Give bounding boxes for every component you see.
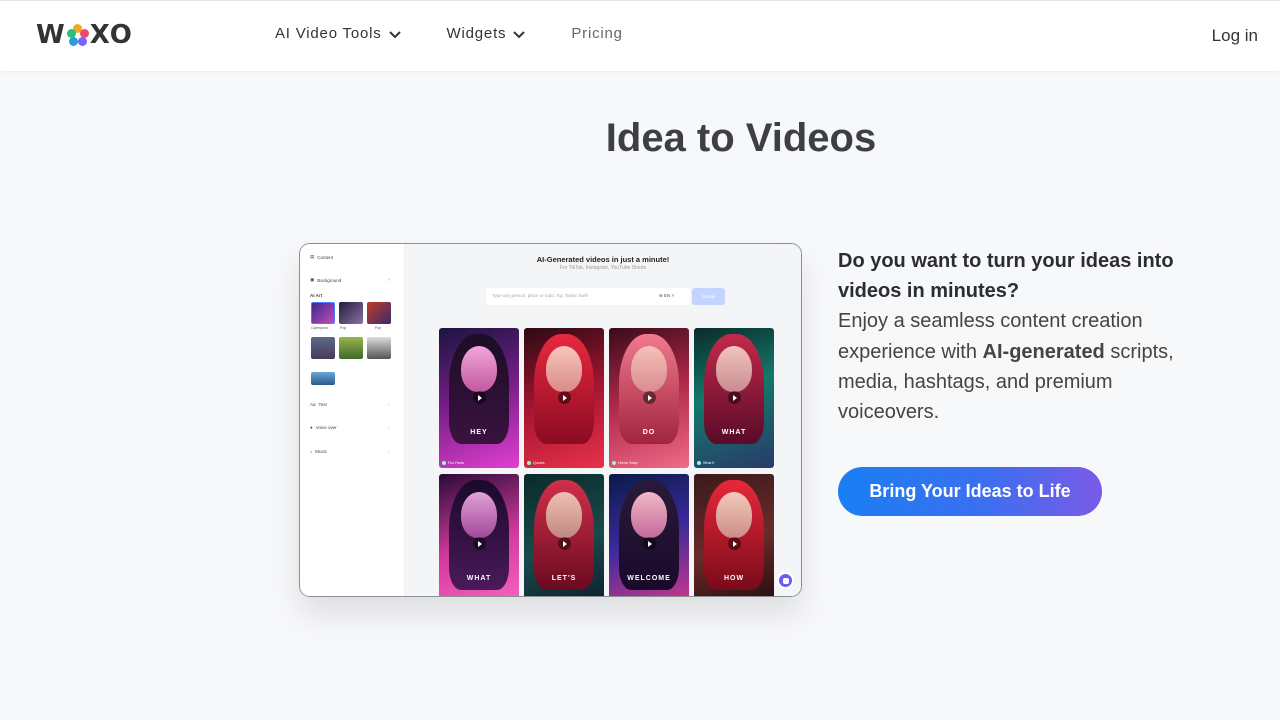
nav-pricing-label: Pricing	[571, 25, 623, 42]
video-thumbnail: WHAT	[439, 474, 519, 596]
play-icon	[643, 391, 656, 404]
video-thumbnail: Quotes	[524, 328, 604, 468]
nav-ai-video-tools[interactable]: AI Video Tools	[275, 25, 401, 42]
video-thumbnail: WELCOME	[609, 474, 689, 596]
preview-language-label: EN	[664, 293, 671, 298]
play-icon	[558, 537, 571, 550]
pitch-text: Do you want to turn your ideas into vide…	[838, 246, 1218, 427]
chat-icon	[777, 572, 794, 589]
background-thumb	[311, 302, 335, 324]
video-thumbnail-label: What if	[697, 461, 714, 465]
preview-sidebar-music: ♪ Music ›	[310, 449, 390, 454]
preview-sidebar-background: ▣ Background ^	[310, 277, 390, 283]
play-icon	[473, 391, 486, 404]
video-thumbnail-caption: WELCOME	[627, 575, 671, 582]
background-thumb	[311, 372, 335, 385]
background-thumb	[367, 302, 391, 324]
chevron-down-icon: ˅	[671, 293, 675, 298]
preview-sidebar-text-label: Text	[318, 402, 327, 407]
play-icon	[558, 391, 571, 404]
chevron-right-icon: ›	[388, 449, 390, 454]
preview-sidebar-background-label: Background	[317, 277, 342, 283]
pitch-question: Do you want to turn your ideas into vide…	[838, 250, 1174, 303]
video-thumbnail: WHAT What if	[694, 328, 774, 468]
background-thumb	[311, 337, 335, 359]
play-icon	[643, 537, 656, 550]
nav-widgets-label: Widgets	[446, 25, 507, 42]
chevron-right-icon: ›	[388, 402, 390, 407]
video-thumbnail-caption: LET'S	[551, 575, 577, 582]
preview-sidebar-voiceover-label: Voice over	[315, 425, 337, 430]
play-icon	[728, 537, 741, 550]
logo-letters-left: W	[36, 20, 66, 50]
nav-widgets[interactable]: Widgets	[447, 25, 526, 42]
background-thumb	[367, 337, 391, 359]
preview-sidebar-music-label: Music	[315, 449, 328, 454]
music-note-icon: ♪	[310, 449, 313, 454]
video-thumbnail: HEY Fun Facts	[439, 328, 519, 468]
app-preview-screenshot: ▤ Content ▣ Background ^ AI Art Cyberpun…	[299, 243, 802, 597]
background-thumb	[339, 302, 363, 324]
video-thumbnail-caption: WHAT	[721, 429, 747, 436]
preview-main: AI-Generated videos in just a minute! Fo…	[405, 244, 801, 596]
preview-language-select: ⊕ EN ˅	[659, 293, 674, 299]
chevron-down-icon	[513, 30, 526, 38]
chevron-down-icon	[388, 30, 401, 38]
flower-logo-icon	[66, 24, 89, 46]
bring-ideas-to-life-button[interactable]: Bring Your Ideas to Life	[838, 467, 1102, 516]
video-thumbnail-caption: HEY	[470, 429, 488, 436]
microphone-icon: ●	[310, 425, 313, 430]
page-title: Idea to Videos	[605, 116, 877, 160]
video-thumbnail-caption: DO	[642, 429, 656, 436]
main-nav: AI Video Tools Widgets Pricing	[275, 25, 669, 42]
video-thumbnail: LET'S	[524, 474, 604, 596]
video-thumbnail-caption: WHAT	[466, 575, 492, 582]
pitch-body: Enjoy a seamless content creation experi…	[838, 306, 1218, 427]
video-thumbnail-caption: HOW	[723, 575, 745, 582]
preview-title: AI-Generated videos in just a minute!	[536, 255, 670, 264]
chevron-right-icon: ›	[388, 425, 390, 430]
play-icon	[473, 537, 486, 550]
pitch-body-highlight: AI-generated	[982, 340, 1105, 363]
document-icon: ▤	[310, 254, 315, 259]
background-thumb-caption: Pop	[375, 326, 382, 330]
nav-pricing[interactable]: Pricing	[571, 25, 622, 42]
video-thumbnail-label: Quotes	[527, 461, 545, 465]
preview-sidebar-ai-art: AI Art	[310, 293, 323, 298]
video-thumbnail-label: Horror Story	[612, 461, 638, 465]
video-thumbnail: HOW	[694, 474, 774, 596]
preview-sidebar-text: Aa Text ›	[310, 402, 390, 407]
background-thumb-caption: Pop	[340, 326, 347, 330]
chevron-up-icon: ^	[388, 277, 391, 283]
background-thumb	[339, 337, 363, 359]
video-thumbnail-label: Fun Facts	[442, 461, 464, 465]
globe-icon: ⊕	[659, 293, 663, 298]
image-icon: ▣	[310, 277, 315, 282]
preview-sidebar-content: ▤ Content	[310, 254, 333, 260]
preview-create-button: Create	[692, 288, 725, 305]
woxo-logo[interactable]: W XO	[36, 20, 133, 50]
preview-subtitle: For TikTok, Instagram, YouTube Shorts	[559, 265, 647, 271]
background-thumb-caption: Cyberpunk	[311, 326, 328, 330]
site-header: W XO AI Video Tools Widgets Pricing Log …	[0, 0, 1280, 71]
play-icon	[728, 391, 741, 404]
preview-sidebar-content-label: Content	[317, 254, 334, 260]
logo-letters-right: XO	[89, 20, 133, 50]
text-icon: Aa	[310, 402, 316, 407]
preview-sidebar: ▤ Content ▣ Background ^ AI Art Cyberpun…	[300, 244, 405, 596]
preview-sidebar-voiceover: ● Voice over ›	[310, 425, 390, 430]
video-thumbnail: DO Horror Story	[609, 328, 689, 468]
nav-ai-video-tools-label: AI Video Tools	[275, 25, 382, 42]
login-link[interactable]: Log in	[1212, 26, 1258, 46]
